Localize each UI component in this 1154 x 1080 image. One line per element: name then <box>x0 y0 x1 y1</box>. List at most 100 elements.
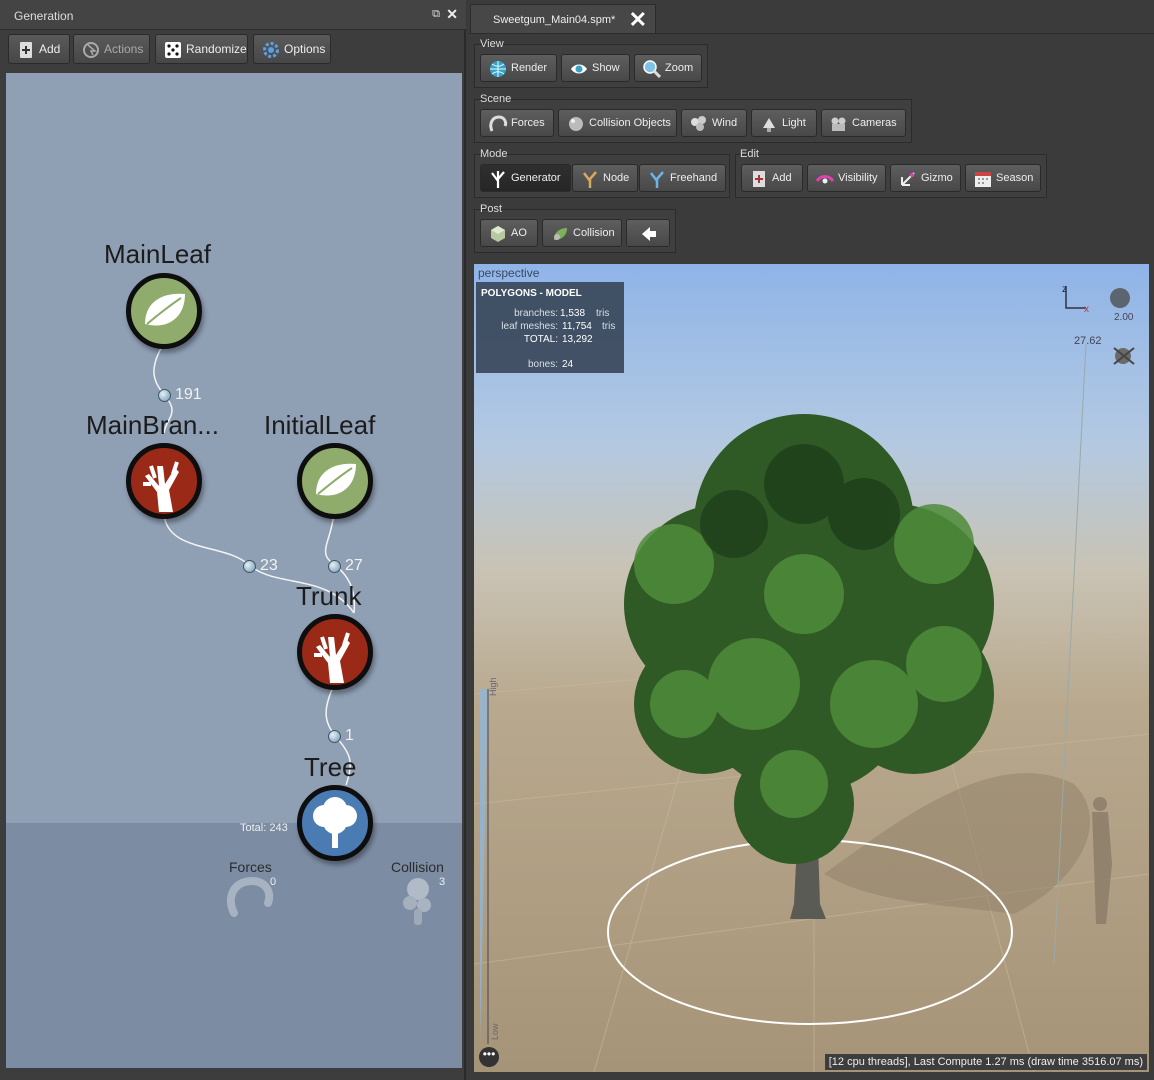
branch-icon <box>143 461 179 512</box>
magnifier-icon <box>643 60 662 79</box>
tab-divider <box>468 33 1154 34</box>
node-trunk[interactable] <box>297 614 373 690</box>
tree-icon <box>313 797 357 848</box>
node-graph[interactable]: MainLeaf 191 MainBran... InitialLeaf 23 … <box>6 73 462 1068</box>
scene-group-label: Scene <box>480 93 512 105</box>
generator-mode-button[interactable]: Generator <box>480 164 571 192</box>
add-button[interactable]: Add <box>8 34 70 64</box>
gizmo-button[interactable]: Gizmo <box>890 164 961 192</box>
port-main-leaf[interactable] <box>158 389 171 402</box>
port-main-branch[interactable] <box>243 560 256 573</box>
freehand-mode-button[interactable]: Freehand <box>639 164 726 192</box>
close-tab-icon[interactable]: ✕ <box>629 7 647 33</box>
options-button[interactable]: Options <box>253 34 331 64</box>
lamp-icon <box>763 118 775 132</box>
collision-objects-button[interactable]: Collision Objects <box>558 109 677 137</box>
node-label-main-leaf: MainLeaf <box>104 239 211 269</box>
zoom-label: Zoom <box>665 62 694 74</box>
float-icon[interactable]: ⧉ <box>432 8 440 21</box>
season-button[interactable]: Season <box>965 164 1041 192</box>
post-collision-button[interactable]: Collision <box>542 219 622 247</box>
light-button[interactable]: Light <box>751 109 817 137</box>
node-branch-icon <box>583 171 597 188</box>
port-trunk[interactable] <box>328 730 341 743</box>
arrow-left-icon <box>642 227 656 241</box>
node-initial-leaf[interactable] <box>297 443 373 519</box>
collision-objects-icon <box>569 117 583 131</box>
height-value: 27.62 <box>1074 335 1102 347</box>
eye-icon <box>571 64 587 74</box>
port-initial-leaf[interactable] <box>328 560 341 573</box>
bones-value: 24 <box>562 359 574 370</box>
count-trunk: 1 <box>345 727 354 744</box>
node-main-leaf[interactable] <box>126 273 202 349</box>
generator-icon <box>491 171 505 188</box>
edit-add-button[interactable]: Add <box>741 164 803 192</box>
count-initial-leaf: 27 <box>345 557 363 574</box>
collision-count: 3 <box>439 876 446 888</box>
node-main-branch[interactable] <box>126 443 202 519</box>
add-label: Add <box>39 42 61 56</box>
node-mode-button[interactable]: Node <box>572 164 638 192</box>
ao-label: AO <box>511 227 527 239</box>
document-tab-title: Sweetgum_Main04.spm* <box>493 14 616 26</box>
viewport-camera-label: perspective <box>478 266 540 280</box>
back-button[interactable] <box>626 219 670 247</box>
3d-viewport[interactable]: perspective POLYGONS - MODEL branches: 1… <box>474 264 1149 1072</box>
show-button[interactable]: Show <box>561 54 630 82</box>
close-icon[interactable]: ✕ <box>446 6 458 23</box>
wind-button[interactable]: Wind <box>681 109 747 137</box>
actions-label: Actions <box>104 42 144 56</box>
more-options-button[interactable]: ••• <box>479 1047 499 1067</box>
cameras-label: Cameras <box>852 117 897 129</box>
leaf-icon <box>145 293 185 326</box>
forces-button[interactable]: Forces <box>480 109 554 137</box>
visibility-button[interactable]: Visibility <box>807 164 886 192</box>
render-label: Render <box>511 62 548 74</box>
document-tab[interactable]: Sweetgum_Main04.spm* ✕ <box>470 4 656 34</box>
zoom-button[interactable]: Zoom <box>634 54 702 82</box>
randomize-label: Randomize <box>186 42 247 56</box>
axis-z-label: z <box>1062 284 1067 295</box>
edit-add-label: Add <box>772 172 792 184</box>
branches-unit: tris <box>596 308 610 319</box>
cameras-button[interactable]: Cameras <box>821 109 906 137</box>
leaf-meshes-unit: tris <box>602 321 616 332</box>
ao-button[interactable]: AO <box>480 219 538 247</box>
view-group-label: View <box>480 38 504 50</box>
show-label: Show <box>592 62 620 74</box>
add-icon <box>753 171 765 187</box>
node-tree[interactable] <box>297 785 373 861</box>
wind-label: Wind <box>712 117 738 129</box>
total-count: Total: 243 <box>240 822 288 834</box>
collision-objects-icon[interactable] <box>398 875 438 927</box>
freehand-branch-icon <box>650 171 664 188</box>
gizmo-label: Gizmo <box>921 172 953 184</box>
season-label: Season <box>996 172 1034 184</box>
randomize-button[interactable]: Randomize <box>155 34 248 64</box>
ao-cube-icon <box>491 226 505 242</box>
visibility-label: Visibility <box>838 172 878 184</box>
options-label: Options <box>284 42 326 56</box>
freehand-label: Freehand <box>670 172 718 184</box>
wind-icon <box>691 116 706 131</box>
bones-label: bones: <box>527 359 558 370</box>
magnet-icon <box>489 115 508 132</box>
panel-title: Generation <box>14 9 74 23</box>
collision-leaf-icon <box>554 228 567 240</box>
axis-x-label: x <box>1084 304 1089 315</box>
polygon-stats-panel: POLYGONS - MODEL branches: 1,538 tris le… <box>476 282 624 373</box>
render-button[interactable]: Render <box>480 54 557 82</box>
actions-button[interactable]: Actions <box>73 34 150 64</box>
node-label: Node <box>603 172 630 184</box>
generator-label: Generator <box>511 172 561 184</box>
branches-label: branches: <box>514 308 558 319</box>
collision-label: Collision <box>391 859 444 875</box>
viewport-scene <box>474 286 1149 1072</box>
post-collision-label: Collision <box>573 227 615 239</box>
magnet-icon[interactable] <box>224 873 274 927</box>
node-label-initial-leaf: InitialLeaf <box>264 410 376 440</box>
branches-value: 1,538 <box>560 308 586 319</box>
forces-button-label: Forces <box>511 117 545 129</box>
node-label-trunk: Trunk <box>296 581 362 611</box>
